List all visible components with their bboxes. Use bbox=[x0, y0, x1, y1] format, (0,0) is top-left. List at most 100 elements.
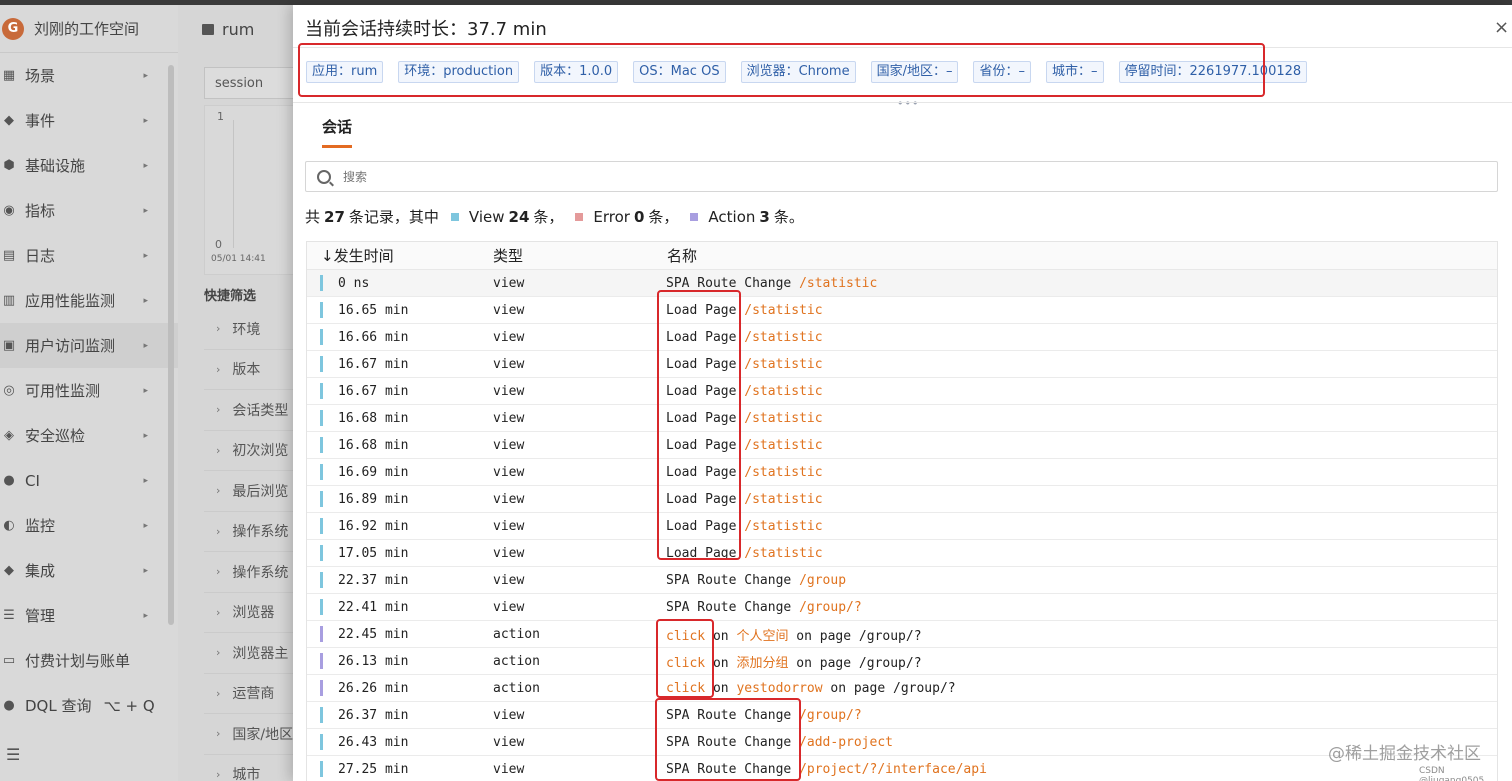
column-time[interactable]: ↓发生时间 bbox=[307, 245, 481, 266]
sidebar-item[interactable]: ◆ 事件 ▸ bbox=[0, 98, 178, 143]
chevron-right-icon: › bbox=[216, 524, 221, 538]
chevron-right-icon: › bbox=[216, 484, 221, 498]
view-name: SPA Route Change bbox=[666, 275, 792, 291]
event-type: action bbox=[493, 653, 540, 669]
chevron-right-icon: ▸ bbox=[143, 565, 148, 576]
event-type: view bbox=[493, 545, 525, 561]
event-type: action bbox=[493, 680, 540, 696]
chevron-right-icon: ▸ bbox=[143, 340, 148, 351]
sidebar-item-label: 用户访问监测 bbox=[25, 337, 116, 355]
table-row[interactable]: 26.37 min view SPA Route Change /group/? bbox=[307, 702, 1497, 729]
session-select[interactable]: session bbox=[204, 67, 304, 99]
sidebar-item[interactable]: ☰ 管理 ▸ bbox=[0, 593, 178, 638]
view-name: SPA Route Change bbox=[666, 761, 792, 777]
sidebar-item[interactable]: ▦ 场景 ▸ bbox=[0, 53, 178, 98]
sidebar-item[interactable]: ◉ 指标 ▸ bbox=[0, 188, 178, 233]
sidebar-item[interactable]: ▥ 应用性能监测 ▸ bbox=[0, 278, 178, 323]
table-row[interactable]: 16.68 min view Load Page /statistic bbox=[307, 432, 1497, 459]
search-input[interactable] bbox=[343, 169, 743, 184]
tab-session[interactable]: 会话 bbox=[322, 116, 353, 148]
database-icon bbox=[202, 23, 214, 35]
table-row[interactable]: 16.66 min view Load Page /statistic bbox=[307, 324, 1497, 351]
event-time: 16.68 min bbox=[338, 410, 409, 426]
workspace-header[interactable]: G 刘刚的工作空间 bbox=[0, 5, 178, 53]
filter-item[interactable]: › 操作系统 bbox=[204, 552, 304, 593]
table-row[interactable]: 16.89 min view Load Page /statistic bbox=[307, 486, 1497, 513]
filter-item[interactable]: › 浏览器主 bbox=[204, 633, 304, 674]
event-path: /statistic bbox=[744, 410, 823, 426]
filter-item[interactable]: › 会话类型 bbox=[204, 390, 304, 431]
rum-icon: ▣ bbox=[2, 337, 16, 353]
filter-item[interactable]: › 浏览器 bbox=[204, 593, 304, 633]
table-row[interactable]: 16.67 min view Load Page /statistic bbox=[307, 378, 1497, 405]
table-row[interactable]: 26.43 min view SPA Route Change /add-proje… bbox=[307, 729, 1497, 756]
table-row[interactable]: 17.05 min view Load Page /statistic bbox=[307, 540, 1497, 567]
table-header: ↓发生时间 类型 名称 bbox=[307, 242, 1497, 270]
filter-item[interactable]: › 国家/地区 bbox=[204, 714, 304, 755]
drag-handle-icon[interactable]: ••• bbox=[897, 97, 919, 110]
summary-action-count: 3 bbox=[759, 207, 770, 226]
chevron-right-icon: › bbox=[216, 646, 221, 660]
table-row[interactable]: 16.68 min view Load Page /statistic bbox=[307, 405, 1497, 432]
sidebar-item[interactable]: ◐ 监控 ▸ bbox=[0, 503, 178, 548]
filter-item[interactable]: › 版本 bbox=[204, 350, 304, 390]
summary-view-count: 24 bbox=[508, 207, 530, 226]
filter-item[interactable]: › 运营商 bbox=[204, 674, 304, 714]
billing-icon: ▭ bbox=[2, 652, 16, 668]
sidebar-item[interactable]: ● DQL 查询 ⌥ + Q bbox=[0, 683, 178, 728]
search-box[interactable] bbox=[305, 161, 1498, 192]
event-name: Load Page /statistic bbox=[655, 330, 823, 345]
sidebar-item[interactable]: ⬢ 基础设施 ▸ bbox=[0, 143, 178, 188]
sidebar-item[interactable]: ◆ 集成 ▸ bbox=[0, 548, 178, 593]
event-time: 16.67 min bbox=[338, 383, 409, 399]
session-tag: 国家/地区：– bbox=[870, 61, 959, 83]
chart-top-label: 1 bbox=[217, 110, 224, 123]
close-icon[interactable]: × bbox=[1494, 17, 1512, 38]
chevron-right-icon: › bbox=[216, 686, 221, 700]
table-row[interactable]: 22.37 min view SPA Route Change /group bbox=[307, 567, 1497, 594]
filter-label: 城市 bbox=[232, 767, 261, 781]
collapse-sidebar-icon[interactable]: ☰ bbox=[6, 745, 20, 764]
table-row[interactable]: 16.65 min view Load Page /statistic bbox=[307, 297, 1497, 324]
chevron-right-icon: ▸ bbox=[143, 295, 148, 306]
event-type: view bbox=[493, 572, 525, 588]
event-type: view bbox=[493, 599, 525, 615]
sidebar-item[interactable]: ▣ 用户访问监测 ▸ bbox=[0, 323, 178, 368]
filter-item[interactable]: › 环境 bbox=[204, 309, 304, 350]
sidebar-item[interactable]: ◎ 可用性监测 ▸ bbox=[0, 368, 178, 413]
sidebar-item-label: 集成 bbox=[25, 562, 56, 580]
table-row[interactable]: 16.92 min view Load Page /statistic bbox=[307, 513, 1497, 540]
sidebar-item[interactable]: ◈ 安全巡检 ▸ bbox=[0, 413, 178, 458]
event-path: /group bbox=[799, 572, 847, 588]
sidebar-item[interactable]: ● CI ▸ bbox=[0, 458, 178, 503]
table-row[interactable]: 26.13 min action click on 添加分组 on page /gr… bbox=[307, 648, 1497, 675]
sidebar-item-label: 事件 bbox=[25, 112, 56, 130]
table-row[interactable]: 16.69 min view Load Page /statistic bbox=[307, 459, 1497, 486]
filter-item[interactable]: › 城市 bbox=[204, 755, 304, 781]
event-path: /group/? bbox=[893, 680, 956, 696]
filter-label: 环境 bbox=[232, 321, 261, 338]
filter-label: 浏览器主 bbox=[232, 645, 289, 662]
table-row[interactable]: 0 ns view SPA Route Change /statistic bbox=[307, 270, 1497, 297]
filter-item[interactable]: › 操作系统 bbox=[204, 512, 304, 552]
table-row[interactable]: 26.26 min action click on yestodorrow on p… bbox=[307, 675, 1497, 702]
event-name: Load Page /statistic bbox=[655, 411, 823, 426]
table-row[interactable]: 22.45 min action click on 个人空间 on page /gr… bbox=[307, 621, 1497, 648]
apm-icon: ▥ bbox=[2, 292, 16, 308]
sidebar-scrollbar[interactable] bbox=[168, 65, 174, 625]
summary-prefix: 共 bbox=[305, 208, 321, 226]
sidebar-item[interactable]: ▭ 付费计划与账单 bbox=[0, 638, 178, 683]
filter-item[interactable]: › 初次浏览 bbox=[204, 431, 304, 471]
chevron-right-icon: › bbox=[216, 727, 221, 741]
chevron-right-icon: ▸ bbox=[143, 70, 148, 81]
event-name: Load Page /statistic bbox=[655, 546, 823, 561]
table-row[interactable]: 22.41 min view SPA Route Change /group/? bbox=[307, 594, 1497, 621]
sidebar: G 刘刚的工作空间 ▦ 场景 ▸ ◆ 事件 ▸ ⬢ 基础设施 ▸ ◉ 指标 ▸ ▤ 日志 ▸ ▥ 应用性能监测 ▸… bbox=[0, 5, 178, 781]
table-row[interactable]: 27.25 min view SPA Route Change /project/?… bbox=[307, 756, 1497, 781]
event-type: view bbox=[493, 302, 525, 318]
sidebar-item[interactable]: ▤ 日志 ▸ bbox=[0, 233, 178, 278]
workspace-name: 刘刚的工作空间 bbox=[34, 20, 140, 38]
table-row[interactable]: 16.67 min view Load Page /statistic bbox=[307, 351, 1497, 378]
session-tag: OS：Mac OS bbox=[633, 61, 726, 83]
filter-item[interactable]: › 最后浏览 bbox=[204, 471, 304, 512]
